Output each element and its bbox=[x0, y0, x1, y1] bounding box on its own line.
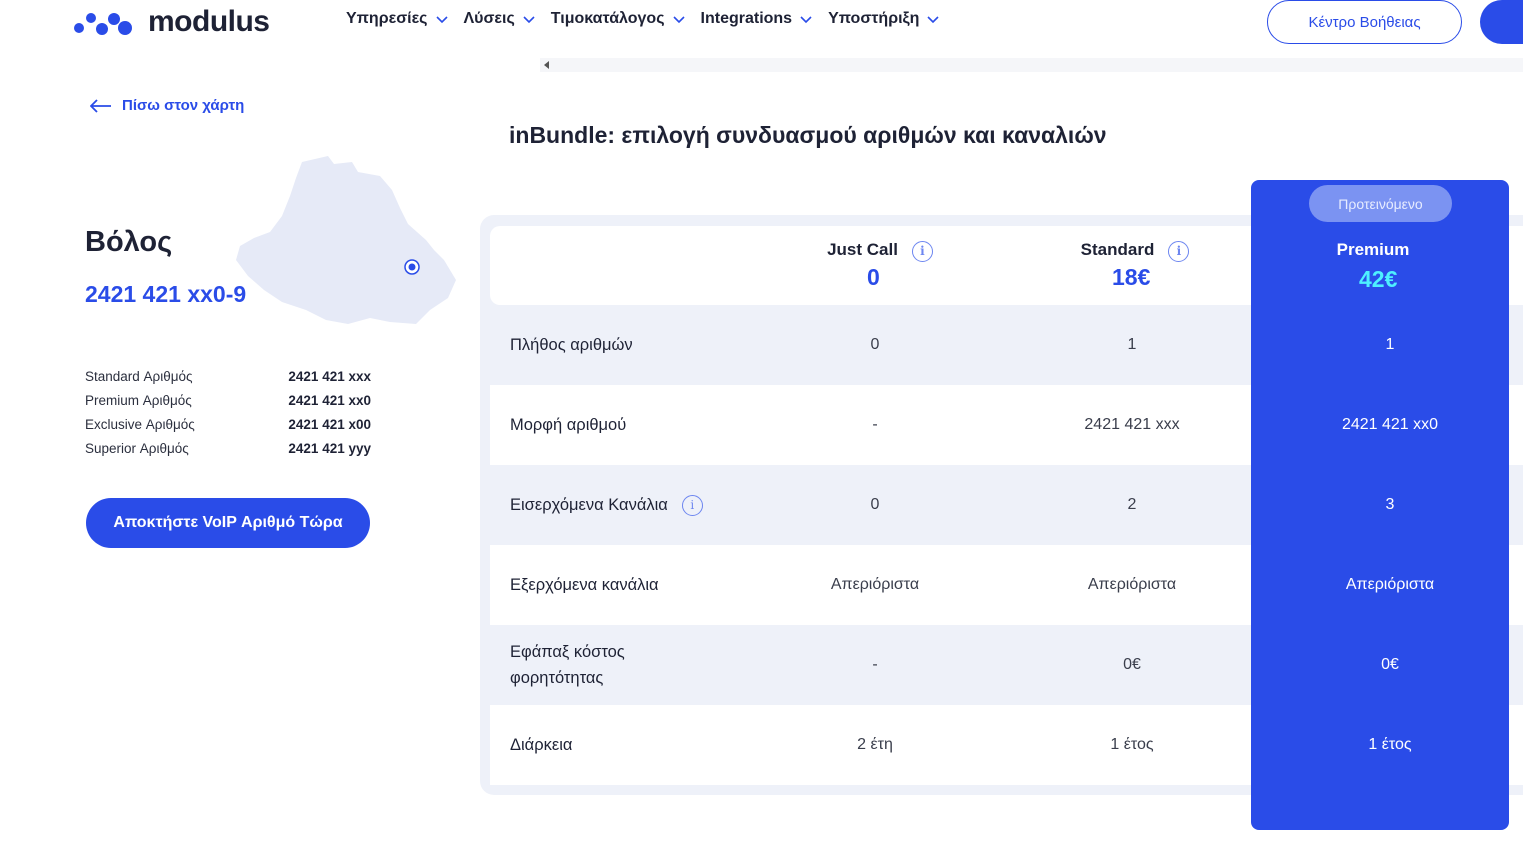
chevron-down-icon bbox=[800, 16, 812, 24]
cell-just-call: 0 bbox=[870, 496, 880, 513]
nav-services[interactable]: Υπηρεσίες bbox=[346, 10, 448, 28]
cell-premium: 1 bbox=[1385, 336, 1395, 353]
region-map bbox=[236, 156, 456, 324]
cell-just-call: - bbox=[872, 656, 878, 673]
horizontal-scrollbar[interactable] bbox=[540, 58, 1523, 72]
cell-premium: 1 έτος bbox=[1368, 736, 1412, 753]
cell-just-call: 2 έτη bbox=[857, 736, 893, 753]
number-type-value: 2421 421 yyy bbox=[288, 440, 371, 456]
nav-services-label: Υπηρεσίες bbox=[346, 10, 428, 27]
row-label: Εφάπαξ κόστος φορητότητας bbox=[510, 643, 625, 687]
nav-solutions-label: Λύσεις bbox=[463, 10, 515, 27]
chevron-down-icon bbox=[435, 16, 448, 24]
main-nav: Υπηρεσίες Λύσεις Τιμοκατάλογος Integrati… bbox=[346, 10, 955, 28]
plan-name: Standard i bbox=[1055, 240, 1215, 262]
cell-standard: Απεριόριστα bbox=[1087, 576, 1177, 593]
row-label: Μορφή αριθμού bbox=[510, 416, 627, 434]
number-range: 2421 421 xx0-9 bbox=[85, 281, 247, 307]
chevron-down-icon bbox=[672, 16, 685, 24]
cell-standard: 2 bbox=[1127, 496, 1137, 513]
plan-price: 18€ bbox=[1112, 264, 1151, 290]
get-voip-number-button[interactable]: Αποκτήστε VoIP Αριθμό Τώρα bbox=[86, 498, 370, 548]
cell-standard: 1 bbox=[1127, 336, 1137, 353]
row-label: Διάρκεια bbox=[510, 736, 573, 754]
plan-price: 42€ bbox=[1359, 266, 1398, 292]
nav-solutions[interactable]: Λύσεις bbox=[464, 10, 535, 28]
info-icon[interactable]: i bbox=[681, 494, 703, 516]
cell-standard: 2421 421 xxx bbox=[1084, 416, 1180, 433]
info-icon[interactable]: i bbox=[1168, 241, 1190, 262]
number-type-label: Premium Αριθμός bbox=[85, 392, 192, 408]
number-type-value: 2421 421 xxx bbox=[288, 368, 371, 384]
recommended-badge: Προτεινόμενο bbox=[1309, 185, 1452, 222]
cell-premium: 0€ bbox=[1381, 656, 1399, 673]
nav-integrations-label: Integrations bbox=[700, 10, 793, 27]
number-type-row: Exclusive Αριθμός 2421 421 x00 bbox=[85, 412, 371, 436]
modulus-logo[interactable]: modulus bbox=[74, 5, 270, 38]
number-type-value: 2421 421 x00 bbox=[288, 416, 371, 432]
row-label: Εξερχόμενα κανάλια bbox=[510, 576, 659, 594]
number-type-row: Superior Αριθμός 2421 421 yyy bbox=[85, 436, 371, 460]
pricing-title: inBundle: επιλογή συνδυασμού αριθμών και… bbox=[509, 122, 1107, 148]
nav-support[interactable]: Υποστήριξη bbox=[828, 10, 940, 28]
number-type-label: Exclusive Αριθμός bbox=[85, 416, 195, 432]
nav-support-label: Υποστήριξη bbox=[828, 10, 920, 27]
number-type-value: 2421 421 xx0 bbox=[288, 392, 371, 408]
premium-plan-column[interactable]: Προτεινόμενο Premium 42€ 1 2421 421 xx0 … bbox=[1251, 180, 1509, 830]
nav-pricing-label: Τιμοκατάλογος bbox=[550, 10, 665, 27]
nav-pricing[interactable]: Τιμοκατάλογος bbox=[551, 10, 685, 28]
cell-just-call: 0 bbox=[870, 336, 880, 353]
back-link-label: Πίσω στον χάρτη bbox=[122, 97, 245, 114]
number-type-label: Standard Αριθμός bbox=[85, 368, 193, 384]
scroll-left-arrow-icon[interactable] bbox=[544, 61, 549, 69]
plan-price: 0 bbox=[867, 264, 880, 290]
row-label: Εισερχόμενα Κανάλια i bbox=[510, 465, 710, 545]
cell-standard: 0€ bbox=[1123, 656, 1141, 673]
chevron-down-icon bbox=[523, 16, 535, 24]
chevron-down-icon bbox=[927, 16, 940, 24]
number-type-row: Standard Αριθμός 2421 421 xxx bbox=[85, 364, 371, 388]
cell-premium: 2421 421 xx0 bbox=[1341, 416, 1439, 433]
plan-name: Just Call i bbox=[800, 240, 960, 262]
cell-premium: Απεριόριστα bbox=[1345, 576, 1435, 593]
logo-text: modulus bbox=[148, 5, 270, 38]
number-type-label: Superior Αριθμός bbox=[85, 440, 189, 456]
plan-just-call: Just Call i bbox=[800, 240, 960, 262]
plan-standard: Standard i bbox=[1055, 240, 1215, 262]
number-types-list: Standard Αριθμός 2421 421 xxx Premium Αρ… bbox=[85, 364, 371, 460]
primary-header-button[interactable] bbox=[1480, 0, 1523, 44]
cell-just-call: Απεριόριστα bbox=[830, 576, 920, 593]
city-name: Βόλος bbox=[85, 226, 173, 258]
logo-dots-icon bbox=[74, 9, 134, 35]
arrow-left-icon bbox=[90, 98, 111, 113]
back-to-map-link[interactable]: Πίσω στον χάρτη bbox=[90, 97, 244, 114]
cell-standard: 1 έτος bbox=[1110, 736, 1154, 753]
cell-just-call: - bbox=[872, 416, 878, 433]
row-label: Πλήθος αριθμών bbox=[510, 336, 633, 354]
site-header: modulus Υπηρεσίες Λύσεις Τιμοκατάλογος I… bbox=[0, 0, 1523, 44]
number-type-row: Premium Αριθμός 2421 421 xx0 bbox=[85, 388, 371, 412]
cell-premium: 3 bbox=[1385, 496, 1395, 513]
help-center-button[interactable]: Κέντρο Βοήθειας bbox=[1267, 0, 1462, 44]
plan-name: Premium bbox=[1336, 240, 1410, 259]
info-icon[interactable]: i bbox=[911, 241, 933, 262]
nav-integrations[interactable]: Integrations bbox=[701, 10, 813, 28]
